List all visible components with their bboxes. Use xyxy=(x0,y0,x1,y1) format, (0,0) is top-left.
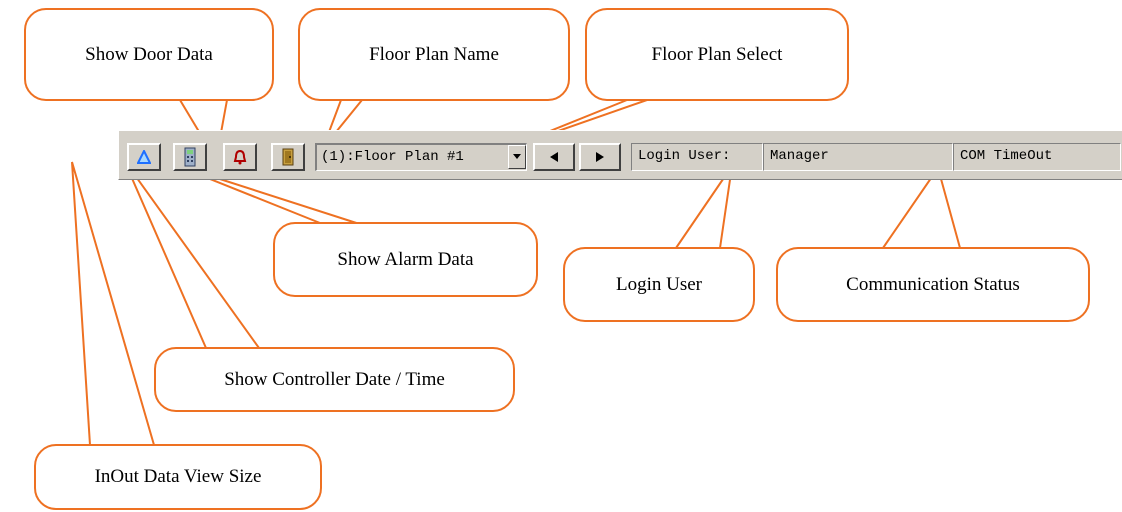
arrow-left-icon xyxy=(550,152,558,162)
leader-show-controller-datetime xyxy=(123,159,260,349)
leader-inout-data-view-size xyxy=(71,161,155,446)
communication-status-panel: COM TimeOut xyxy=(953,143,1121,171)
login-user-value: Manager xyxy=(770,148,829,164)
callout-floor-plan-name: Floor Plan Name xyxy=(298,8,570,101)
callout-login-user-text: Login User xyxy=(615,273,702,295)
callout-inout-data-view-size: InOut Data View Size xyxy=(34,444,322,510)
callout-floor-plan-select-text: Floor Plan Select xyxy=(651,43,783,65)
callout-inout-data-view-size-text: InOut Data View Size xyxy=(94,466,262,487)
callout-show-controller-datetime: Show Controller Date / Time xyxy=(154,347,515,412)
inout-data-view-size-button[interactable] xyxy=(127,143,161,171)
floor-plan-select[interactable]: (1):Floor Plan #1 xyxy=(315,143,527,171)
callout-communication-status-text: Communication Status xyxy=(846,273,1020,295)
callout-show-controller-datetime-text: Show Controller Date / Time xyxy=(224,368,445,390)
next-floor-plan-button[interactable] xyxy=(579,143,621,171)
leader-communication-status xyxy=(882,165,961,249)
floor-plan-name-text: (1):Floor Plan #1 xyxy=(321,149,464,165)
show-controller-datetime-button[interactable] xyxy=(173,143,207,171)
callout-show-door-data-text: Show Door Data xyxy=(85,43,213,65)
floor-plan-dropdown-button[interactable] xyxy=(508,145,526,169)
show-door-data-button[interactable] xyxy=(271,143,305,171)
phone-device-icon xyxy=(184,147,196,167)
callout-show-door-data: Show Door Data xyxy=(24,8,274,101)
triangle-icon xyxy=(137,150,151,164)
callout-show-alarm-data: Show Alarm Data xyxy=(273,222,538,297)
floor-plan-toolbar: (1):Floor Plan #1 Login User: Manager CO… xyxy=(118,130,1122,180)
show-alarm-data-button[interactable] xyxy=(223,143,257,171)
arrow-right-icon xyxy=(596,152,604,162)
callout-floor-plan-name-text: Floor Plan Name xyxy=(369,43,499,65)
callout-floor-plan-select: Floor Plan Select xyxy=(585,8,849,101)
callout-communication-status: Communication Status xyxy=(776,247,1090,322)
communication-status-value: COM TimeOut xyxy=(960,148,1053,164)
callout-show-alarm-data-text: Show Alarm Data xyxy=(337,248,474,270)
bell-icon xyxy=(233,149,247,165)
login-user-label: Login User: xyxy=(638,148,731,164)
callout-login-user: Login User xyxy=(563,247,755,322)
door-icon xyxy=(282,148,294,166)
previous-floor-plan-button[interactable] xyxy=(533,143,575,171)
login-user-panel: Manager xyxy=(763,143,953,171)
chevron-down-icon xyxy=(513,154,521,159)
login-user-label-panel: Login User: xyxy=(631,143,763,171)
